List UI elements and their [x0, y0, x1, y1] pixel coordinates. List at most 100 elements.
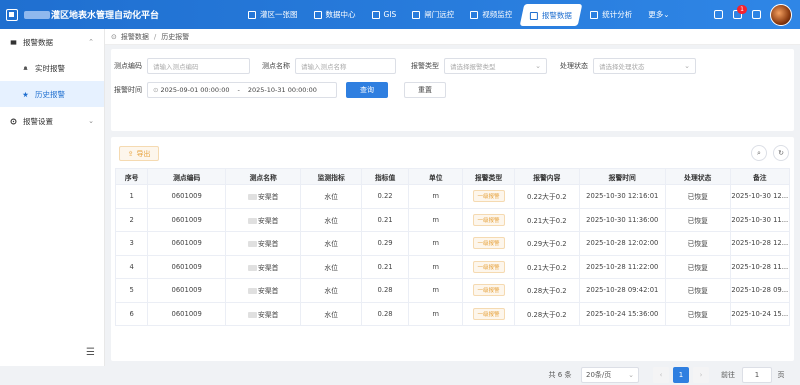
table-cell: 一级报警: [462, 254, 515, 279]
date-start: 2025-09-01 00:00:00: [160, 86, 230, 94]
alarm-level-tag: 一级报警: [472, 213, 505, 226]
alarm-type-select[interactable]: 请选择报警类型 ⌄: [444, 58, 547, 74]
nav-item-content: 视频监控: [470, 9, 512, 20]
collapse-menu-icon[interactable]: ☰: [86, 347, 95, 358]
table-cell: m: [408, 254, 464, 279]
query-button[interactable]: 查询: [346, 82, 388, 98]
nav-item-label: 闸门远控: [424, 10, 455, 19]
avatar[interactable]: [770, 3, 792, 26]
column-header[interactable]: 监测指标: [300, 168, 362, 185]
nav-item-3[interactable]: 闸门远控: [404, 4, 462, 26]
nav-item-content: 统计分析: [590, 9, 632, 20]
alarm-time-range-picker[interactable]: ⊙ 2025-09-01 00:00:00 - 2025-10-31 00:00…: [147, 82, 337, 98]
date-end: 2025-10-31 00:00:00: [247, 86, 317, 94]
nav-item-4[interactable]: 视频监控: [462, 4, 520, 26]
column-header[interactable]: 指标值: [360, 168, 410, 185]
chevron-down-icon: ⌄: [535, 62, 541, 70]
column-header[interactable]: 报警时间: [578, 168, 666, 185]
refresh-icon[interactable]: ↻: [773, 145, 789, 161]
chevron-up-icon: ⌃: [88, 38, 94, 46]
field-alarm-time: 报警时间 ⊙ 2025-09-01 00:00:00 - 2025-10-31 …: [114, 82, 337, 98]
nav-item-0[interactable]: 灌区一张图: [240, 4, 306, 26]
table-cell: 0601009: [147, 301, 226, 326]
table-cell: 2025-10-30 12...: [729, 184, 791, 209]
column-header[interactable]: 处理状态: [664, 168, 731, 185]
breadcrumb-root[interactable]: 报警数据: [121, 32, 149, 42]
table-cell: m: [408, 231, 464, 256]
point-name-input[interactable]: 请输入测点名称: [295, 58, 396, 74]
nav-item-7[interactable]: 更多 ⌄: [640, 4, 677, 26]
table-row[interactable]: 6 0601009 安渠首 水位 0.28 m 一级报警 0.28大于0.2 2025-10-2…: [114, 301, 791, 326]
page-number-current[interactable]: 1: [673, 367, 689, 383]
table-row[interactable]: 5 0601009 安渠首 水位 0.28 m 一级报警 0.28大于0.2 2025-10-2…: [114, 278, 791, 303]
table-cell: 水位: [300, 278, 362, 303]
table-cell: 2025-10-24 15...: [729, 301, 791, 326]
goto-page-input[interactable]: 1: [742, 367, 772, 383]
field-label: 测点编码: [114, 62, 142, 70]
field-label: 报警类型: [411, 62, 439, 70]
sidebar-item-label: 历史报警: [35, 89, 65, 99]
table-cell: 一级报警: [462, 184, 515, 209]
process-status-select[interactable]: 请选择处理状态 ⌄: [593, 58, 696, 74]
sidebar: 报警数据 ⌃ 实时报警 历史报警 报警设置 ⌄ ☰: [0, 29, 105, 366]
star-icon: [22, 91, 29, 97]
page-size-select[interactable]: 20条/页 ⌄: [581, 367, 639, 383]
field-label: 处理状态: [560, 62, 588, 70]
sidebar-item-realtime-alarm[interactable]: 实时报警: [0, 55, 104, 81]
column-header[interactable]: 单位: [408, 168, 464, 185]
column-header[interactable]: 报警类型: [462, 168, 515, 185]
nav-item-2[interactable]: GIS: [364, 4, 405, 26]
sidebar-group-alarm-settings[interactable]: 报警设置 ⌄: [0, 107, 104, 135]
sidebar-item-label: 实时报警: [35, 63, 65, 73]
table-cell: 水位: [300, 231, 362, 256]
table-cell: 0.28大于0.2: [513, 301, 580, 326]
pagination-total: 共 6 条: [548, 371, 572, 379]
export-button[interactable]: ⇪ 导出: [119, 146, 159, 161]
table-cell: 0.29: [360, 231, 410, 256]
table-cell: 0.22: [360, 184, 410, 209]
redacted-region: [24, 10, 50, 19]
search-icon[interactable]: ⌕: [751, 145, 767, 161]
redacted-region: [248, 241, 258, 248]
nav-item-6[interactable]: 统计分析: [582, 4, 640, 26]
sidebar-group-alarm-data[interactable]: 报警数据 ⌃: [0, 29, 104, 55]
nav-item-content: 更多 ⌄: [648, 9, 669, 20]
table-cell: 水位: [300, 301, 362, 326]
chevron-down-icon: ⌄: [628, 371, 634, 379]
table-row[interactable]: 3 0601009 安渠首 水位 0.29 m 一级报警 0.29大于0.2 2025-10-2…: [114, 231, 791, 256]
sidebar-item-history-alarm[interactable]: 历史报警: [0, 81, 104, 107]
column-header[interactable]: 测点名称: [224, 168, 302, 185]
field-point-code: 测点编码 请输入测点编码: [114, 58, 250, 74]
prev-page-button[interactable]: ‹: [653, 367, 669, 383]
bell-icon: [23, 65, 28, 70]
table-row[interactable]: 2 0601009 安渠首 水位 0.21 m 一级报警 0.21大于0.2 2025-10-3…: [114, 207, 791, 232]
location-icon: ⊙: [111, 32, 117, 41]
column-header[interactable]: 测点编码: [147, 168, 226, 185]
next-page-button[interactable]: ›: [693, 367, 709, 383]
notification-icon[interactable]: 1: [733, 5, 747, 19]
point-code-input[interactable]: 请输入测点编码: [147, 58, 250, 74]
map-icon: [248, 10, 256, 19]
column-header[interactable]: 报警内容: [513, 168, 580, 185]
table-row[interactable]: 1 0601009 安渠首 水位 0.22 m 一级报警 0.22大于0.2 2025-10-3…: [114, 184, 791, 209]
grid-icon[interactable]: [714, 10, 723, 19]
table-cell: 0.21大于0.2: [513, 254, 580, 279]
table-cell: 0.21: [360, 254, 410, 279]
table-cell: 安渠首: [224, 301, 302, 326]
chevron-down-icon: ⌄: [684, 62, 690, 70]
table-body: 1 0601009 安渠首 水位 0.22 m 一级报警 0.22大于0.2 2025-10-3…: [114, 184, 791, 326]
table-cell: m: [408, 184, 464, 209]
column-header[interactable]: 序号: [114, 168, 149, 185]
nav-item-label: 灌区一张图: [260, 10, 298, 19]
settings-icon[interactable]: [752, 10, 761, 19]
table-row[interactable]: 4 0601009 安渠首 水位 0.21 m 一级报警 0.21大于0.2 2025-10-2…: [114, 254, 791, 279]
main-nav: 灌区一张图 数据中心 GIS 闸门远控 视频监控 报警数据 统计分析 更多 ⌄: [240, 0, 678, 29]
nav-item-5[interactable]: 报警数据: [519, 3, 583, 26]
reset-button[interactable]: 重置: [404, 82, 446, 98]
nav-item-label: 视频监控: [482, 10, 513, 19]
nav-item-1[interactable]: 数据中心: [306, 4, 364, 26]
gear-icon: [10, 118, 17, 124]
column-header[interactable]: 备注: [729, 168, 791, 185]
point-name-text: 安渠首: [258, 240, 279, 249]
nav-item-content: 报警数据: [530, 9, 572, 20]
